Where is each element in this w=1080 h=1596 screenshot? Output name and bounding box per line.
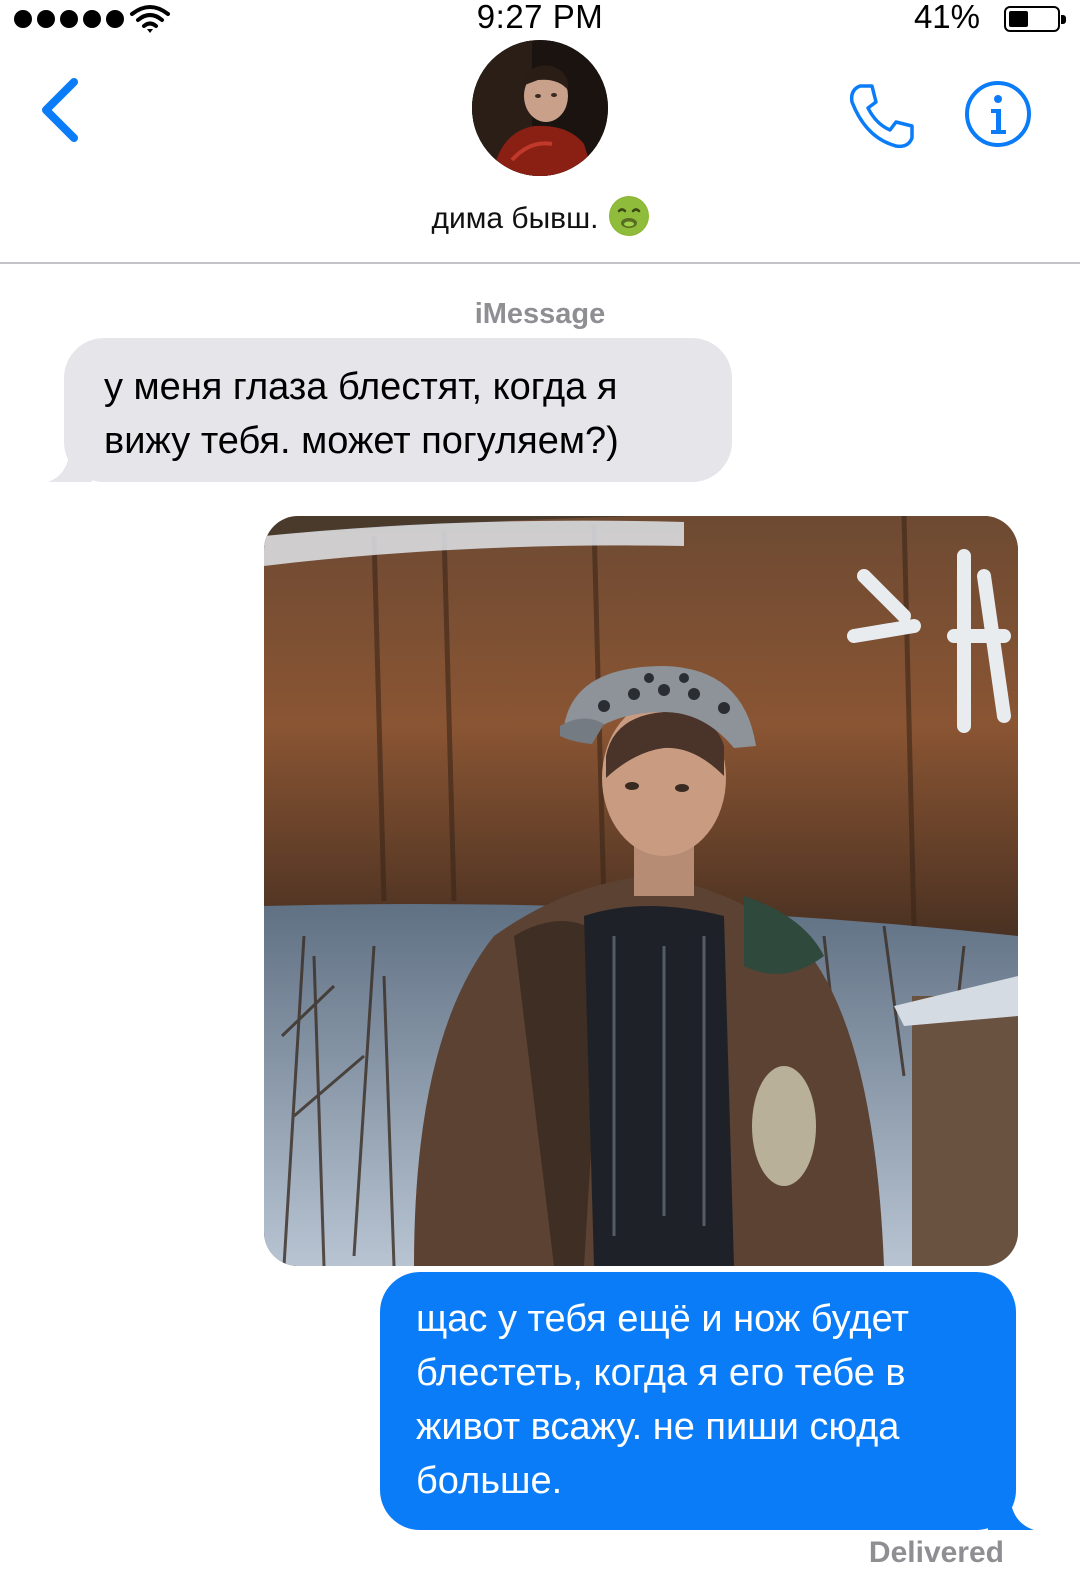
bubble-tail (48, 444, 92, 482)
status-bar: 9:27 PM 41% (0, 0, 1080, 40)
back-chevron-icon[interactable] (38, 78, 82, 142)
delivery-status: Delivered (868, 1536, 1004, 1569)
contact-name[interactable]: дима бывш. (0, 196, 1080, 236)
header-divider (0, 262, 1080, 264)
bubble-tail (988, 1492, 1034, 1530)
image-attachment[interactable] (264, 516, 1018, 1266)
battery-percent: 41% (913, 0, 980, 35)
phone-icon[interactable] (846, 80, 918, 152)
message-text: щас у тебя ещё и нож будет блестеть, ког… (416, 1298, 909, 1502)
contact-name-label: дима бывш. (431, 202, 599, 235)
nauseated-face-emoji (608, 196, 649, 236)
service-label: iMessage (474, 298, 606, 330)
incoming-message-bubble[interactable]: у меня глаза блестят, когда я вижу тебя.… (48, 338, 732, 482)
message-text: у меня глаза блестят, когда я вижу тебя.… (104, 366, 619, 462)
battery-icon (1004, 6, 1066, 32)
info-icon[interactable] (964, 80, 1032, 148)
avatar[interactable] (472, 40, 608, 176)
outgoing-message-bubble[interactable]: щас у тебя ещё и нож будет блестеть, ког… (380, 1272, 1034, 1530)
